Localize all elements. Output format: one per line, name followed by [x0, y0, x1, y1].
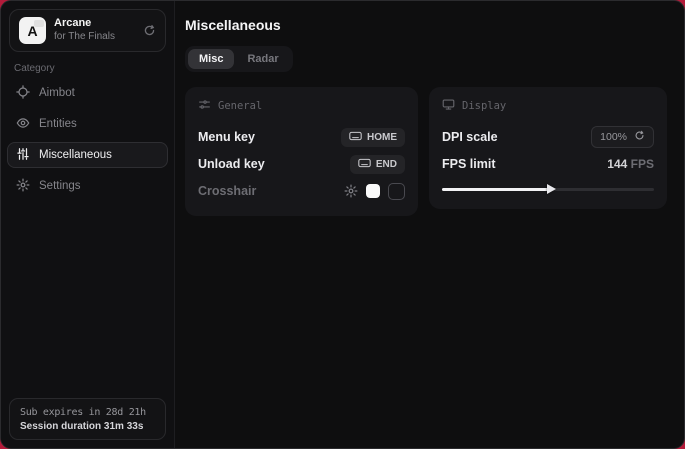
fps-limit-slider[interactable]: [442, 182, 654, 196]
crosshair-icon: [16, 85, 30, 102]
sidebar-item-label: Aimbot: [39, 87, 75, 99]
display-card-title: Display: [462, 100, 506, 112]
app-window: A Arcane for The Finals Category: [0, 0, 685, 449]
fps-number: 144: [607, 157, 627, 171]
menu-key-label: Menu key: [198, 130, 255, 144]
menu-key-value: HOME: [367, 132, 397, 143]
tab-bar: Misc Radar: [185, 46, 293, 72]
sliders-icon: [16, 147, 30, 164]
page-title: Miscellaneous: [185, 17, 668, 33]
crosshair-settings-gear-icon[interactable]: [344, 184, 358, 198]
fps-limit-label: FPS limit: [442, 157, 495, 171]
menu-key-button[interactable]: HOME: [341, 128, 405, 147]
fps-limit-row: FPS limit 144 FPS: [442, 152, 654, 176]
fps-slider-fill: [442, 188, 552, 191]
session-duration-text: Session duration 31m 33s: [20, 421, 155, 432]
fps-unit: FPS: [631, 157, 654, 171]
dpi-scale-label: DPI scale: [442, 130, 498, 144]
subscription-info: Sub expires in 28d 21h Session duration …: [9, 398, 166, 440]
brand-title: Arcane: [54, 17, 135, 31]
display-card-header: Display: [442, 98, 654, 114]
fps-slider-thumb[interactable]: [547, 184, 556, 194]
cards-row: General Menu key HOME: [185, 87, 668, 216]
gear-icon: [16, 178, 30, 195]
brand-subtitle: for The Finals: [54, 31, 135, 44]
dpi-scale-value: 100%: [600, 131, 627, 143]
eye-icon: [16, 116, 30, 133]
dpi-scale-button[interactable]: 100%: [591, 126, 654, 148]
menu-key-row: Menu key HOME: [198, 125, 405, 149]
sliders-horizontal-icon: [198, 98, 211, 114]
general-card-header: General: [198, 98, 405, 114]
unload-key-value: END: [376, 159, 397, 170]
display-card: Display DPI scale 100%: [429, 87, 667, 209]
crosshair-color-swatch[interactable]: [366, 184, 380, 198]
sidebar-item-label: Entities: [39, 118, 77, 130]
monitor-icon: [442, 98, 455, 114]
crosshair-row: Crosshair: [198, 179, 405, 203]
brand-card: A Arcane for The Finals: [9, 9, 166, 52]
general-card: General Menu key HOME: [185, 87, 418, 216]
brand-text: Arcane for The Finals: [54, 17, 135, 43]
sub-expires-text: Sub expires in 28d 21h: [20, 407, 155, 418]
unload-key-label: Unload key: [198, 157, 265, 171]
category-label: Category: [14, 63, 174, 74]
refresh-cw-icon: [634, 130, 645, 144]
sidebar-item-label: Miscellaneous: [39, 149, 112, 161]
sidebar-item-aimbot[interactable]: Aimbot: [7, 80, 168, 106]
keyboard-icon: [358, 158, 371, 171]
refresh-icon[interactable]: [143, 24, 156, 37]
unload-key-row: Unload key END: [198, 152, 405, 176]
unload-key-button[interactable]: END: [350, 155, 405, 174]
dpi-scale-row: DPI scale 100%: [442, 125, 654, 149]
general-card-title: General: [218, 100, 262, 112]
fps-limit-value: 144 FPS: [607, 157, 654, 171]
keyboard-icon: [349, 131, 362, 144]
crosshair-label: Crosshair: [198, 184, 256, 198]
tab-misc[interactable]: Misc: [188, 49, 234, 69]
sidebar-nav: Aimbot Entities Miscel: [1, 80, 174, 199]
sidebar-item-settings[interactable]: Settings: [7, 173, 168, 199]
app-logo: A: [19, 17, 46, 44]
sidebar: A Arcane for The Finals Category: [1, 1, 175, 448]
sidebar-item-entities[interactable]: Entities: [7, 111, 168, 137]
sidebar-item-miscellaneous[interactable]: Miscellaneous: [7, 142, 168, 168]
crosshair-checkbox[interactable]: [388, 183, 405, 200]
crosshair-controls: [344, 183, 405, 200]
tab-radar[interactable]: Radar: [236, 49, 289, 69]
sidebar-item-label: Settings: [39, 180, 81, 192]
main-panel: Miscellaneous Misc Radar General: [175, 1, 684, 448]
